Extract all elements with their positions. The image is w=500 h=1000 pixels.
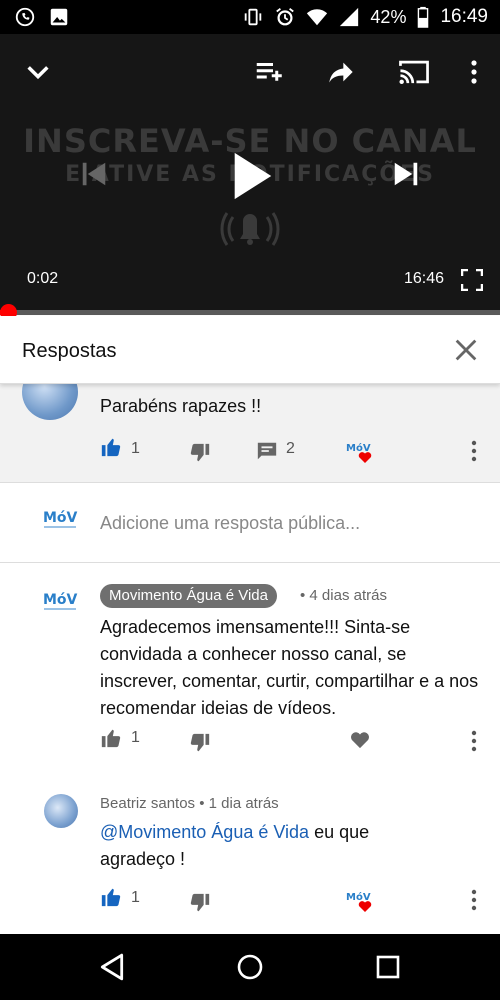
- parent-comment: Parabéns rapazes !! 1 2 MóV: [0, 384, 500, 482]
- add-reply-input[interactable]: Adicione uma resposta pública...: [100, 513, 360, 534]
- share-icon: [329, 62, 353, 83]
- home-circle-icon: [237, 954, 263, 980]
- signal-icon: [340, 7, 359, 27]
- fullscreen-button[interactable]: [458, 266, 486, 294]
- thumbs-up-icon: [101, 438, 121, 457]
- like-button[interactable]: [100, 727, 122, 754]
- channel-heart-icon: MóV: [346, 442, 372, 463]
- comment-time: • 1 dia atrás: [199, 795, 279, 812]
- like-count: 1: [131, 889, 140, 906]
- replies-header: Respostas: [0, 316, 500, 384]
- play-button[interactable]: [222, 146, 282, 206]
- battery-icon: [418, 6, 429, 28]
- current-time: 0:02: [27, 270, 59, 287]
- more-vertical-icon: [471, 60, 477, 84]
- fullscreen-icon: [461, 269, 483, 291]
- next-button[interactable]: [388, 156, 424, 192]
- add-to-playlist-button[interactable]: [250, 54, 286, 90]
- thumbs-down-icon: [190, 443, 210, 462]
- video-player[interactable]: INSCREVA-SE NO CANAL E ATIVE AS NOTIFICA…: [0, 34, 500, 315]
- battery-percent: 42%: [370, 6, 407, 27]
- heart-button[interactable]: [349, 729, 371, 754]
- back-button[interactable]: [95, 950, 129, 984]
- clock: 16:49: [440, 6, 488, 27]
- cast-button[interactable]: [395, 54, 433, 90]
- home-button[interactable]: [233, 950, 267, 984]
- heart-icon: [350, 732, 370, 749]
- minimize-button[interactable]: [20, 54, 56, 90]
- comment-menu-button[interactable]: [470, 889, 478, 916]
- previous-button[interactable]: [76, 156, 112, 192]
- cast-icon: [399, 60, 429, 85]
- thumbs-up-icon: [101, 729, 121, 748]
- avatar[interactable]: MóV: [40, 588, 80, 616]
- comment-icon: [257, 442, 277, 460]
- thumbs-up-icon: [101, 888, 121, 907]
- thumbs-down-icon: [190, 893, 210, 912]
- share-button[interactable]: [323, 54, 359, 90]
- author-chip[interactable]: Movimento Água é Vida: [100, 584, 277, 608]
- whatsapp-icon: [15, 7, 35, 27]
- channel-logo-icon: MóV: [43, 592, 78, 610]
- avatar[interactable]: [22, 384, 78, 420]
- comment-menu-button[interactable]: [470, 440, 478, 467]
- comment-menu-button[interactable]: [470, 730, 478, 757]
- wifi-icon: [307, 9, 328, 26]
- play-icon: [234, 152, 272, 200]
- divider: [0, 482, 500, 483]
- dislike-button[interactable]: [189, 892, 211, 919]
- like-count: 1: [131, 729, 140, 746]
- comment-text: Agradecemos imensamente!!! Sinta-se conv…: [100, 617, 479, 718]
- bell-watermark-icon: [220, 212, 280, 246]
- avatar[interactable]: [44, 794, 78, 828]
- dislike-button[interactable]: [189, 732, 211, 759]
- thumbs-down-icon: [190, 733, 210, 752]
- channel-logo: MóV: [40, 506, 80, 534]
- vibrate-icon: [245, 8, 262, 26]
- playlist-add-icon: [256, 63, 282, 81]
- recents-square-icon: [376, 955, 400, 979]
- recents-button[interactable]: [371, 950, 405, 984]
- more-vertical-icon: [471, 889, 477, 911]
- comment-author[interactable]: Beatriz santos: [100, 795, 195, 812]
- divider: [0, 562, 500, 563]
- channel-logo-icon: MóV: [43, 510, 78, 528]
- creator-heart-badge: MóV: [345, 439, 375, 470]
- mention-link[interactable]: @Movimento Água é Vida: [100, 822, 309, 842]
- more-options-button[interactable]: [460, 54, 488, 90]
- skip-next-icon: [394, 162, 418, 186]
- dislike-button[interactable]: [189, 442, 211, 469]
- back-triangle-icon: [100, 953, 124, 981]
- progress-track[interactable]: [0, 310, 500, 315]
- status-bar: 42% 16:49: [0, 0, 500, 34]
- alarm-icon: [276, 8, 295, 26]
- like-count: 1: [131, 440, 140, 457]
- channel-heart-icon: MóV: [346, 891, 372, 912]
- creator-heart-badge: MóV: [345, 888, 375, 919]
- reply-button[interactable]: [256, 440, 278, 467]
- more-vertical-icon: [471, 440, 477, 462]
- chevron-down-icon: [27, 66, 49, 80]
- comment-text: @Movimento Água é Vida eu que agradeço !: [100, 819, 420, 873]
- svg-text:MóV: MóV: [43, 510, 78, 526]
- like-button[interactable]: [100, 886, 122, 913]
- reply-count: 2: [286, 440, 295, 457]
- comment-header: Beatriz santos • 1 dia atrás: [100, 795, 279, 812]
- comment-text: Parabéns rapazes !!: [100, 396, 262, 416]
- system-nav-bar: [0, 934, 500, 1000]
- close-button[interactable]: [452, 336, 480, 364]
- gallery-icon: [50, 8, 68, 26]
- duration: 16:46: [404, 270, 445, 287]
- skip-previous-icon: [82, 162, 106, 186]
- close-icon: [455, 339, 477, 361]
- comment-time: • 4 dias atrás: [300, 587, 387, 604]
- more-vertical-icon: [471, 730, 477, 752]
- like-button[interactable]: [100, 436, 122, 463]
- svg-text:MóV: MóV: [43, 592, 78, 608]
- replies-title: Respostas: [22, 340, 117, 362]
